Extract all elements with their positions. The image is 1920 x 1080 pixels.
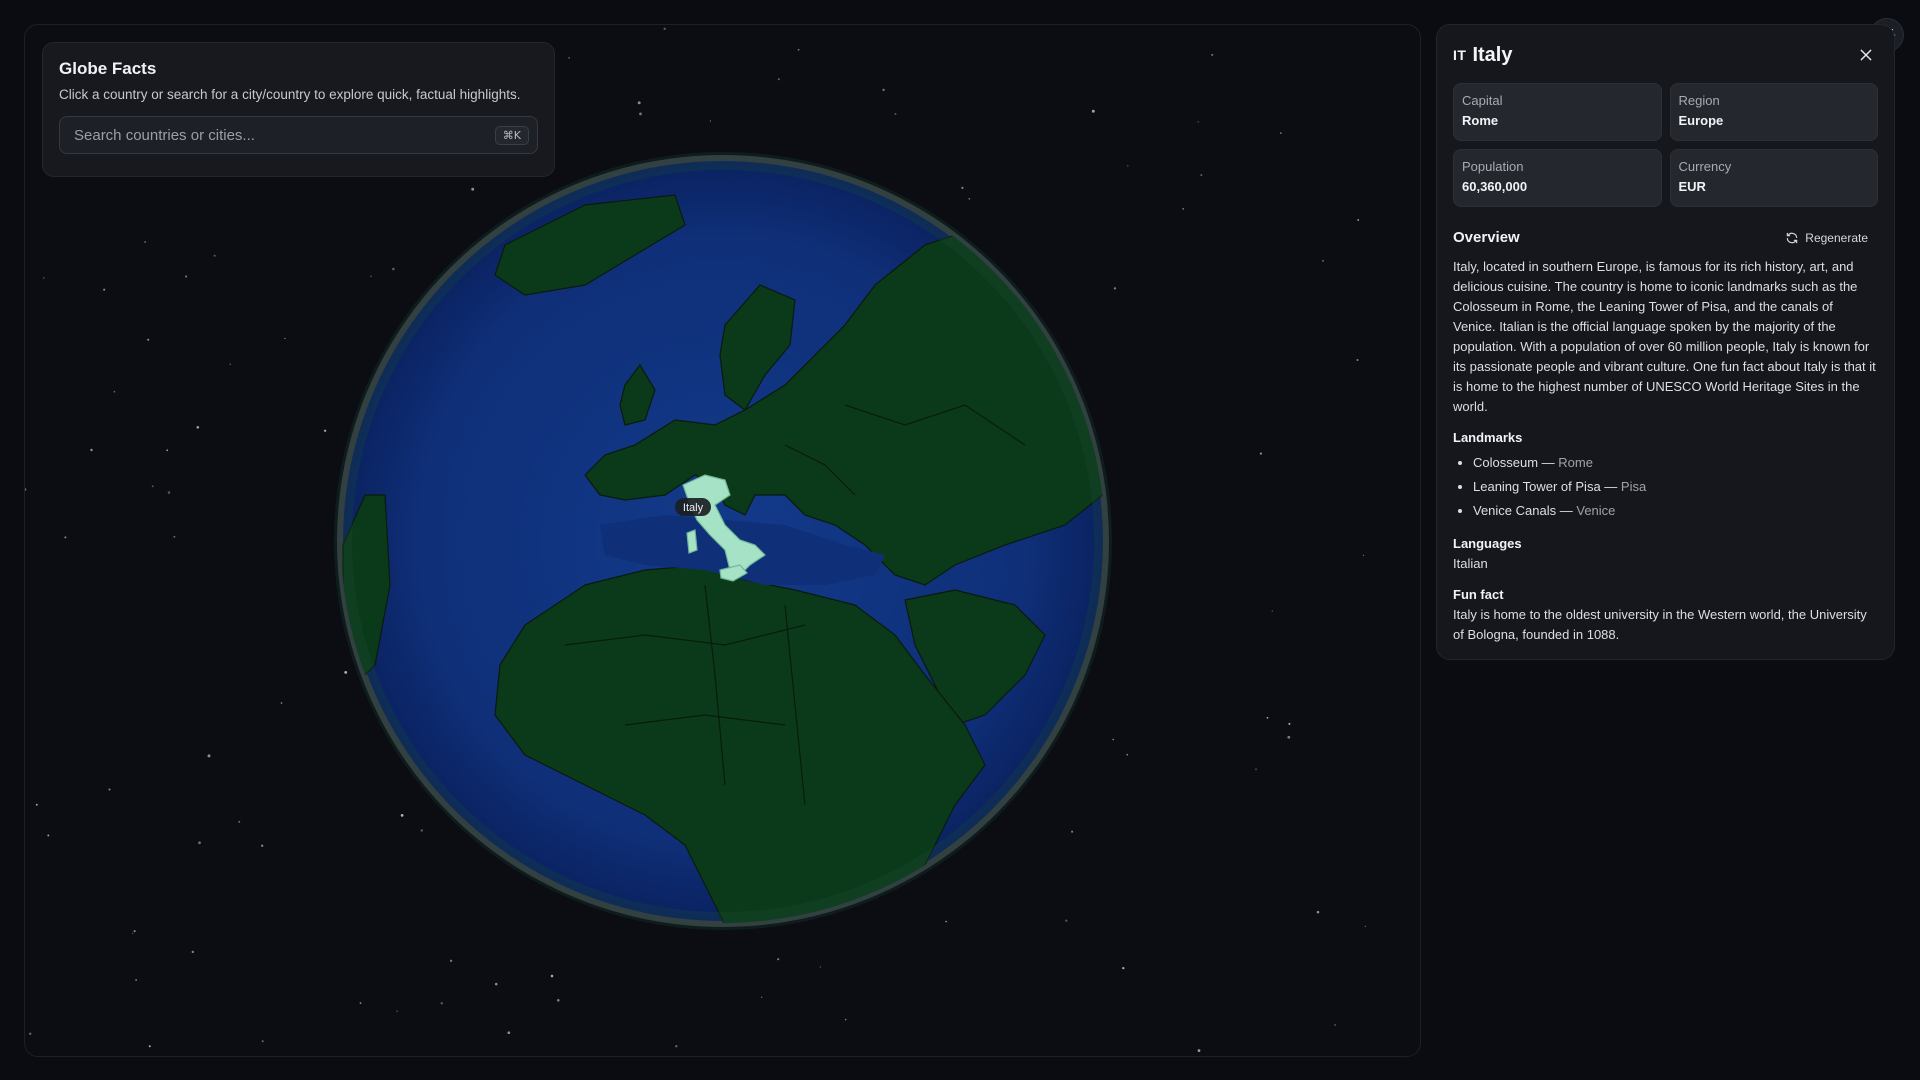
refresh-icon [1787, 232, 1798, 243]
globe[interactable]: Italy [25, 25, 1420, 1056]
separator: — [1556, 503, 1577, 518]
regenerate-button[interactable]: Regenerate [1785, 231, 1878, 245]
languages-title: Languages [1453, 536, 1522, 551]
landmark-city: Pisa [1620, 479, 1647, 494]
stats-grid: Capital Rome Region Europe Population 60… [1453, 83, 1878, 207]
separator: — [1538, 455, 1559, 470]
landmark-city: Venice [1576, 503, 1616, 518]
funfact-text: Italy is home to the oldest university i… [1453, 607, 1867, 642]
landmark-name: Colosseum [1473, 455, 1539, 470]
landmarks-title: Landmarks [1453, 430, 1523, 445]
separator: — [1600, 479, 1621, 494]
list-item: Colosseum — Rome [1473, 451, 1878, 475]
list-item: Venice Canals — Venice [1473, 499, 1878, 523]
landmark-name: Venice Canals [1473, 503, 1557, 518]
sardinia-shape[interactable] [686, 529, 698, 554]
stat-capital: Capital Rome [1453, 83, 1662, 141]
stat-value: 60,360,000 [1462, 179, 1528, 194]
search-card: Globe Facts Click a country or search fo… [42, 42, 555, 177]
stat-value: Rome [1462, 113, 1499, 128]
stat-value: EUR [1678, 179, 1706, 194]
stat-region: Region Europe [1669, 83, 1878, 141]
landmarks-list: Colosseum — Rome Leaning Tower of Pisa —… [1453, 451, 1878, 523]
stat-population: Population 60,360,000 [1453, 149, 1662, 207]
stat-value: Europe [1678, 113, 1724, 128]
close-button[interactable] [1854, 43, 1878, 67]
list-item: Leaning Tower of Pisa — Pisa [1473, 475, 1878, 499]
app-subtitle: Click a country or search for a city/cou… [59, 87, 521, 102]
search-input[interactable] [72, 125, 495, 145]
stat-label: Population [1462, 159, 1524, 174]
country-name: Italy [1472, 43, 1513, 66]
overview-title: Overview [1453, 229, 1520, 246]
flag-code: IT [1453, 47, 1467, 63]
country-info-panel: IT Italy Capital Rome Region Europe Popu… [1436, 24, 1895, 660]
stat-currency: Currency EUR [1669, 149, 1878, 207]
search-box[interactable]: ⌘K [59, 116, 538, 154]
shortcut-hint: ⌘K [494, 125, 529, 145]
globe-viewport[interactable]: Italy Globe Facts Click a country or sea… [24, 24, 1421, 1057]
close-icon [1860, 49, 1872, 61]
stat-label: Capital [1462, 93, 1503, 108]
funfact-title: Fun fact [1453, 587, 1504, 602]
landmark-name: Leaning Tower of Pisa [1473, 479, 1601, 494]
stat-label: Currency [1678, 159, 1732, 174]
svg-text:Italy: Italy [683, 502, 704, 514]
app-title: Globe Facts [59, 59, 157, 78]
languages-value: Italian [1453, 556, 1488, 571]
stat-label: Region [1678, 93, 1720, 108]
regenerate-label: Regenerate [1805, 230, 1868, 245]
overview-text: Italy, located in southern Europe, is fa… [1453, 259, 1876, 414]
country-hover-label: Italy [675, 498, 711, 516]
landmark-city: Rome [1558, 455, 1593, 470]
